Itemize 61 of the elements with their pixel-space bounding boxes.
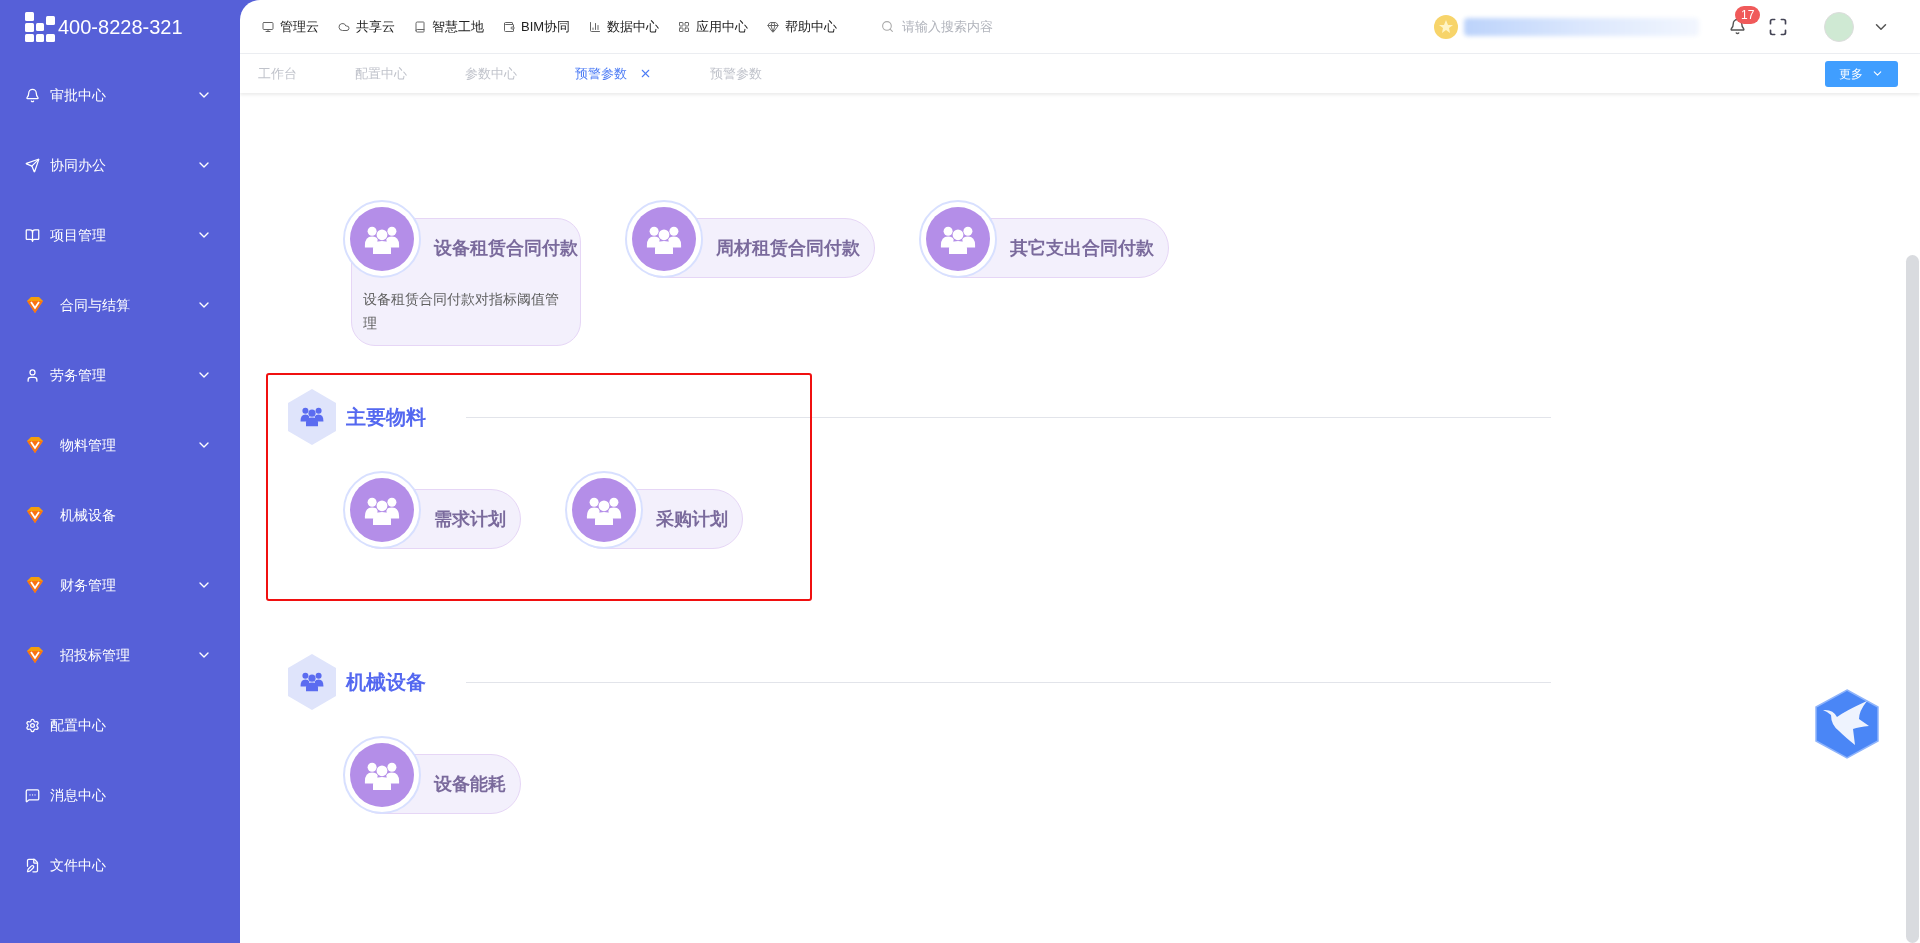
card-title: 设备能耗 xyxy=(434,772,506,796)
nav-link[interactable]: 数据中心 xyxy=(589,16,660,37)
sidebar-item[interactable]: 协同办公 xyxy=(0,130,240,200)
sidebar-item[interactable]: 劳务管理 xyxy=(0,340,240,410)
hexagon-bird-icon[interactable] xyxy=(1815,689,1879,759)
card-title: 其它支出合同付款 xyxy=(1010,236,1154,260)
sidebar-item[interactable]: 项目管理 xyxy=(0,200,240,270)
phone-number: 400-8228-321 xyxy=(58,15,183,40)
sidebar-item[interactable]: 消息中心 xyxy=(0,760,240,830)
sidebar-item[interactable]: 审批中心 xyxy=(0,60,240,130)
gem-icon xyxy=(25,575,45,595)
gem-icon xyxy=(25,645,45,665)
card-title: 采购计划 xyxy=(656,507,728,531)
search-icon xyxy=(881,20,895,33)
user-icon xyxy=(25,367,40,383)
settings-icon xyxy=(25,717,40,733)
fullscreen-icon[interactable] xyxy=(1768,16,1788,37)
sidebar-item[interactable]: 合同与结算 xyxy=(0,270,240,340)
nav-link[interactable]: 管理云 xyxy=(262,16,319,37)
nav-link[interactable]: 应用中心 xyxy=(678,16,749,37)
book-icon xyxy=(25,227,40,243)
section-title: 机械设备 xyxy=(346,670,426,695)
cloud-icon xyxy=(338,20,350,33)
close-icon[interactable] xyxy=(639,67,652,80)
card-title: 设备租赁合同付款 xyxy=(434,236,578,260)
tab[interactable]: 预警参数 xyxy=(575,63,652,84)
card-description: 设备租赁合同付款对指标阈值管理 xyxy=(362,290,560,333)
scrollbar[interactable] xyxy=(1906,255,1919,943)
nav-link[interactable]: BIM协同 xyxy=(503,16,571,37)
notification-badge: 17 xyxy=(1735,6,1761,24)
gem-icon xyxy=(25,295,45,315)
message-icon xyxy=(25,787,40,803)
send-icon xyxy=(25,157,40,173)
nav-link[interactable]: 帮助中心 xyxy=(767,16,838,37)
card-title: 需求计划 xyxy=(434,507,506,531)
monitor-icon xyxy=(262,20,274,33)
search-field[interactable]: 请输入搜索内容 xyxy=(902,16,1153,37)
logo-icon xyxy=(25,12,55,42)
gem-icon xyxy=(767,20,780,33)
sidebar-item[interactable]: 机械设备 xyxy=(0,480,240,550)
sidebar-item[interactable]: 配置中心 xyxy=(0,690,240,760)
sidebar-item[interactable]: 招投标管理 xyxy=(0,620,240,690)
document-icon xyxy=(25,857,40,873)
nav-link[interactable]: 智慧工地 xyxy=(414,16,484,37)
card-title: 周材租赁合同付款 xyxy=(716,236,860,260)
gem-icon xyxy=(25,435,45,455)
people-icon xyxy=(300,407,324,427)
sidebar-item[interactable]: 文件中心 xyxy=(0,830,240,900)
nav-link[interactable]: 共享云 xyxy=(338,16,395,37)
people-icon xyxy=(300,672,324,692)
crown-coin-icon xyxy=(1434,14,1458,39)
gem-icon xyxy=(25,505,45,525)
section-title: 主要物料 xyxy=(346,405,426,430)
sidebar-item[interactable]: 财务管理 xyxy=(0,550,240,620)
bell-icon xyxy=(25,87,40,103)
more-button[interactable]: 更多 xyxy=(1825,60,1898,87)
book-icon xyxy=(414,20,426,33)
bar-chart-icon xyxy=(589,20,602,33)
grid-icon xyxy=(678,20,691,33)
wallet-icon xyxy=(503,20,515,33)
sidebar-item[interactable]: 物料管理 xyxy=(0,410,240,480)
